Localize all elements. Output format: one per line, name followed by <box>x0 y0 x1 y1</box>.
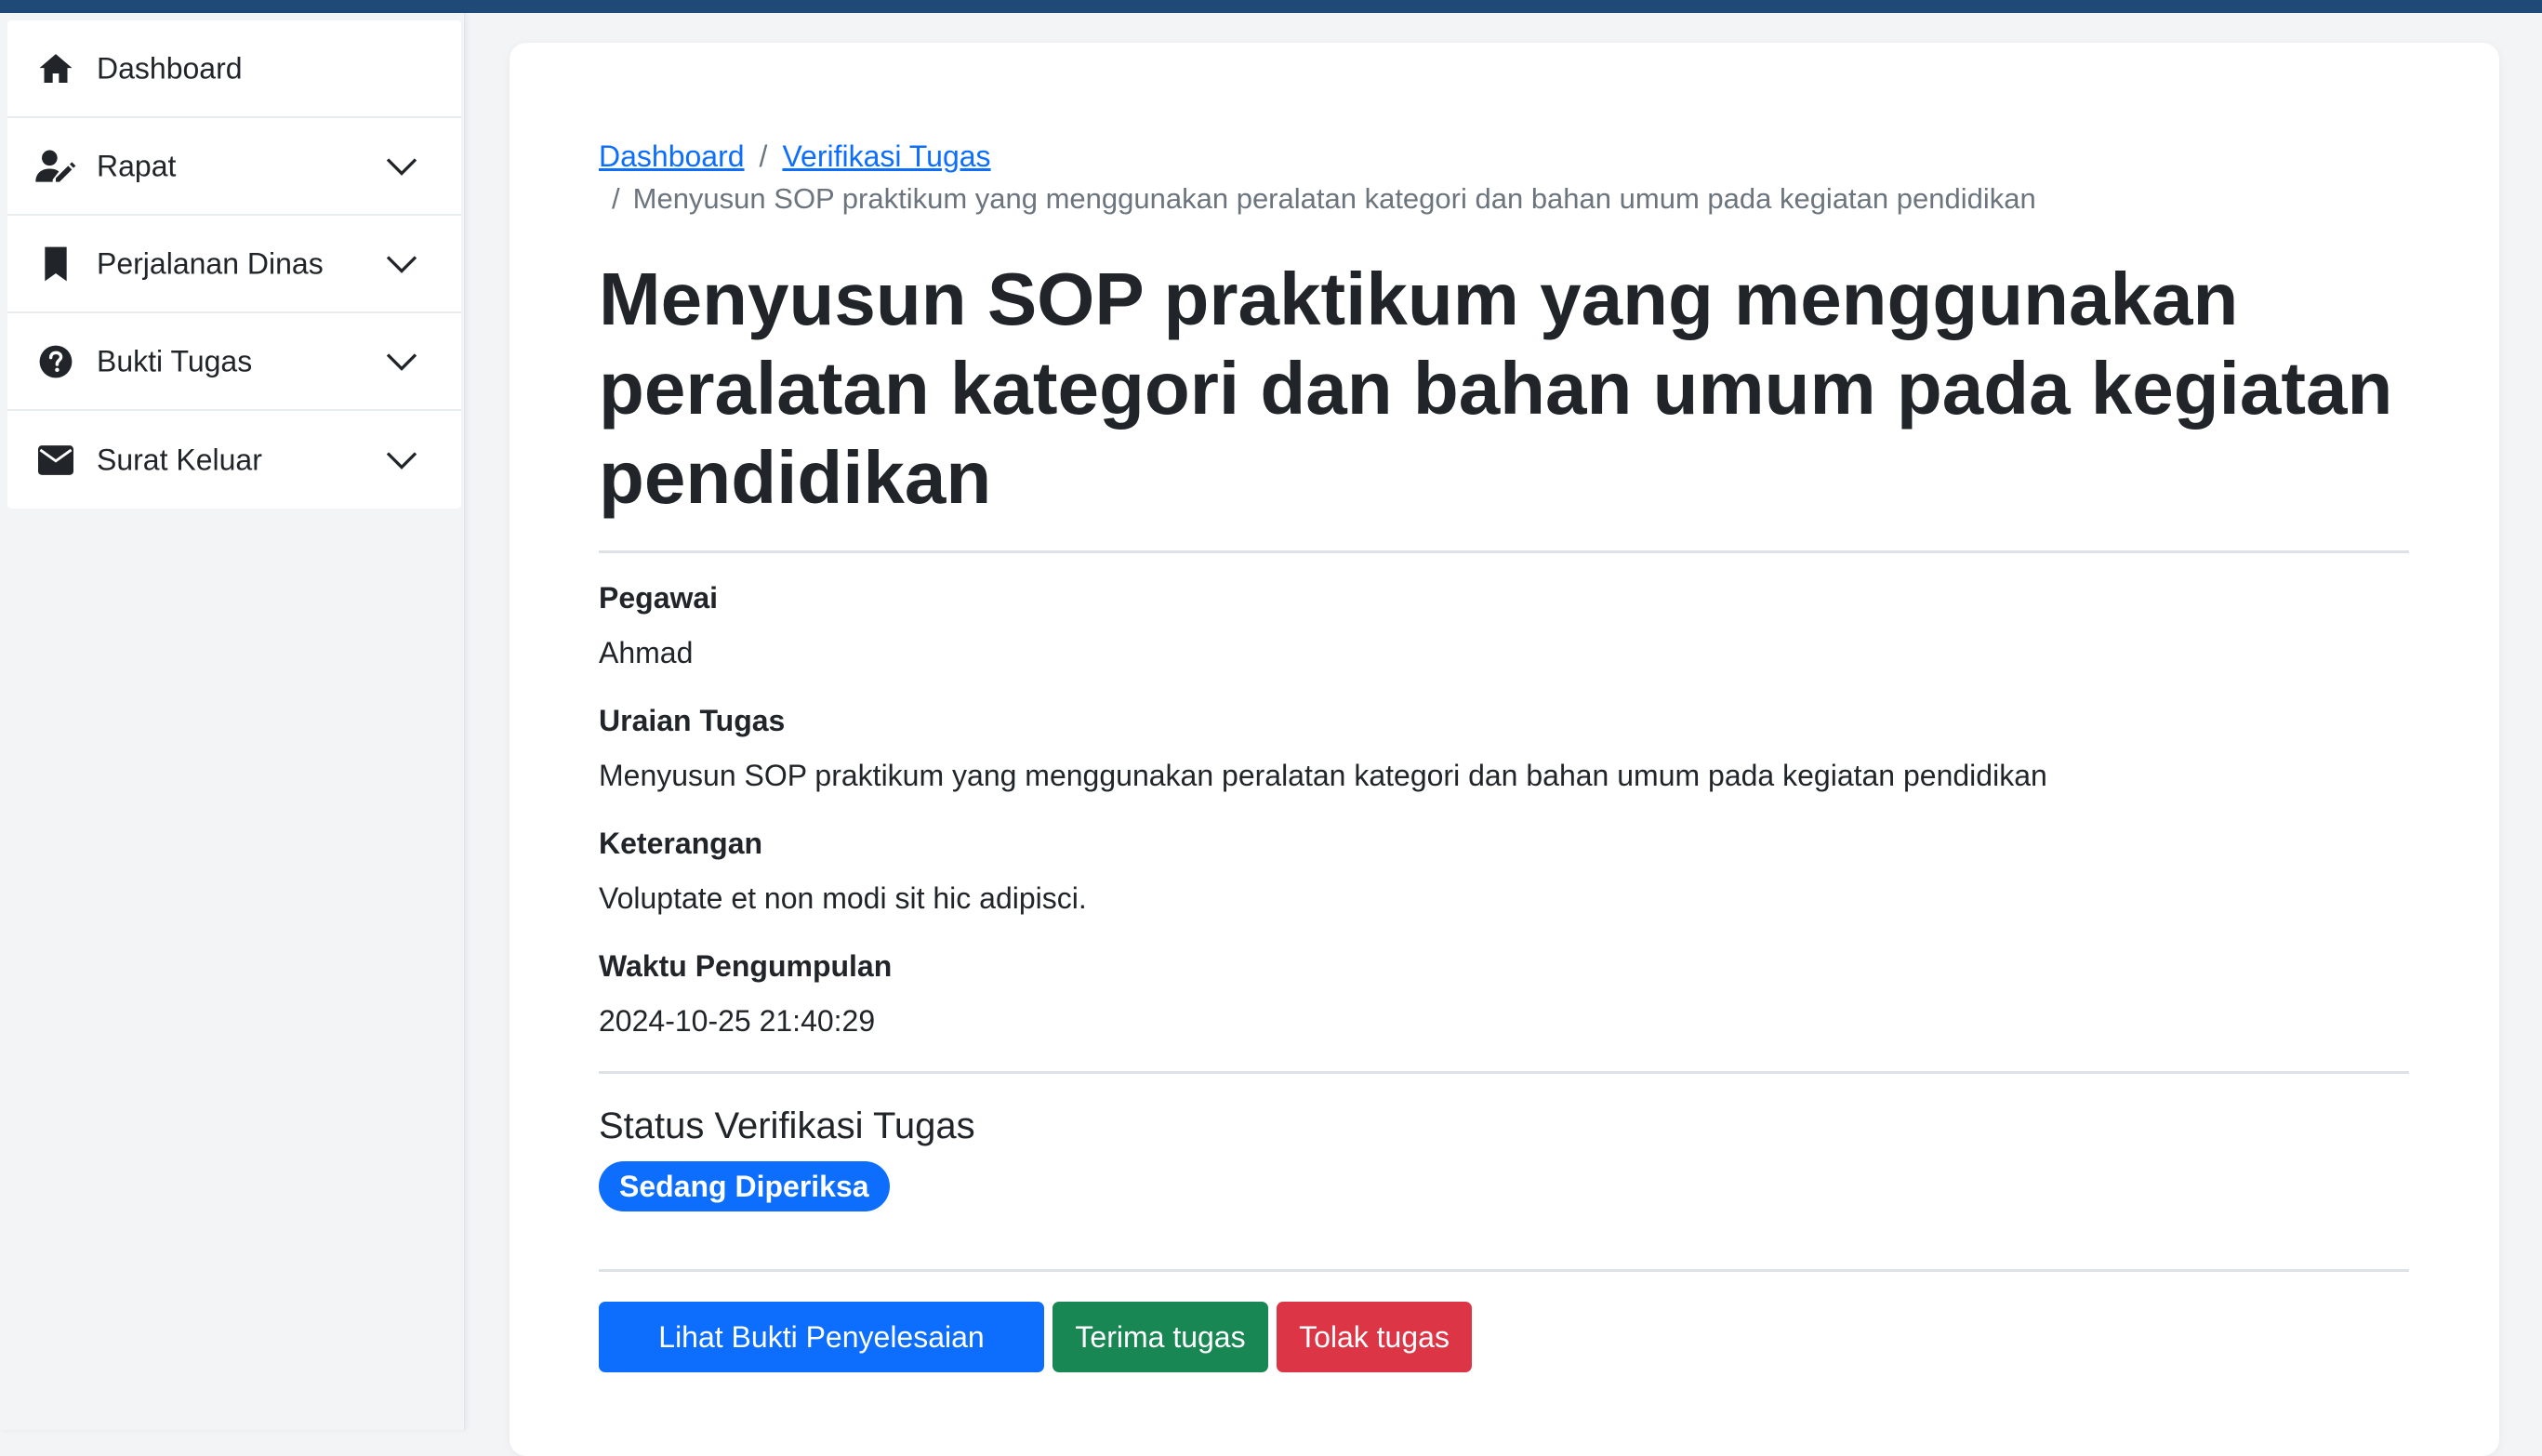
keterangan-value: Voluptate et non modi sit hic adipisci. <box>599 881 1087 915</box>
sidebar-item-perjalanan-dinas[interactable]: Perjalanan Dinas <box>7 216 461 313</box>
divider <box>599 550 2409 553</box>
breadcrumb-separator: / <box>612 182 620 215</box>
sidebar-item-label: Perjalanan Dinas <box>97 246 324 280</box>
question-circle-icon <box>35 341 76 382</box>
sidebar-item-dashboard[interactable]: Dashboard <box>7 20 461 118</box>
reject-task-button[interactable]: Tolak tugas <box>1277 1302 1472 1372</box>
view-proof-button[interactable]: Lihat Bukti Penyelesaian Tugas <box>599 1302 1044 1424</box>
divider <box>599 1071 2409 1074</box>
action-buttons: Lihat Bukti Penyelesaian Tugas Terima tu… <box>599 1302 2412 1424</box>
sidebar-item-label: Bukti Tugas <box>97 344 253 377</box>
user-edit-icon <box>35 146 76 187</box>
uraian-tugas-value: Menyusun SOP praktikum yang menggunakan … <box>599 759 2047 792</box>
waktu-pengumpulan-value: 2024-10-25 21:40:29 <box>599 1004 876 1038</box>
main-card: Dashboard / Verifikasi Tugas / Menyusun SOP… <box>510 43 2499 1456</box>
sidebar-item-rapat[interactable]: Rapat <box>7 118 461 216</box>
pegawai-value: Ahmad <box>599 636 694 669</box>
sidebar: Dashboard Rapat Perjalanan Dinas Bukti T… <box>0 13 465 1430</box>
breadcrumb-link-verifikasi-tugas[interactable]: Verifikasi Tugas <box>782 139 990 173</box>
breadcrumb-separator: / <box>759 139 768 173</box>
pegawai-label: Pegawai <box>599 581 719 615</box>
breadcrumb-link-dashboard[interactable]: Dashboard <box>599 139 745 173</box>
chevron-down-icon <box>386 352 417 371</box>
sidebar-item-label: Dashboard <box>97 51 243 85</box>
sidebar-item-surat-keluar[interactable]: Surat Keluar <box>7 411 461 509</box>
main-content: Dashboard / Verifikasi Tugas / Menyusun SOP… <box>599 136 2412 1424</box>
bookmark-icon <box>35 244 76 285</box>
status-heading: Status Verifikasi Tugas <box>599 1105 975 1146</box>
breadcrumb-current: Menyusun SOP praktikum yang menggunakan … <box>632 182 2036 215</box>
sidebar-item-label: Rapat <box>97 149 177 182</box>
home-icon <box>35 48 76 89</box>
top-bar <box>0 0 2542 13</box>
keterangan-label: Keterangan <box>599 827 763 860</box>
sidebar-item-bukti-tugas[interactable]: Bukti Tugas <box>7 313 461 411</box>
envelope-icon <box>35 440 76 481</box>
accept-task-button[interactable]: Terima tugas <box>1053 1302 1268 1372</box>
waktu-pengumpulan-label: Waktu Pengumpulan <box>599 949 893 983</box>
sidebar-menu: Dashboard Rapat Perjalanan Dinas Bukti T… <box>7 20 461 509</box>
divider <box>599 1269 2409 1272</box>
uraian-tugas-label: Uraian Tugas <box>599 704 786 737</box>
chevron-down-icon <box>386 157 417 176</box>
breadcrumb: Dashboard / Verifikasi Tugas / Menyusun SOP… <box>599 136 2412 221</box>
chevron-down-icon <box>386 255 417 273</box>
status-badge: Sedang Diperiksa <box>599 1161 890 1211</box>
sidebar-item-label: Surat Keluar <box>97 443 262 476</box>
chevron-down-icon <box>386 451 417 470</box>
page-title: Menyusun SOP praktikum yang menggunakan … <box>599 258 2393 519</box>
